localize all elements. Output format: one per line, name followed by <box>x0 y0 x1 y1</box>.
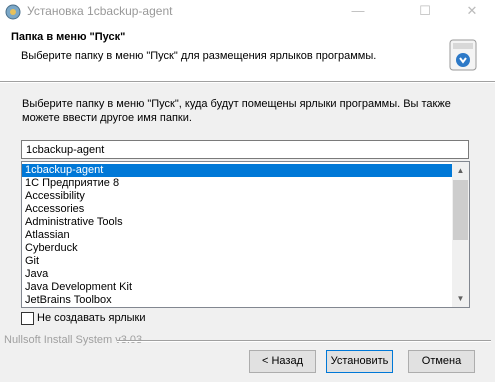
start-menu-folder-list[interactable]: 1cbackup-agent 1С Предприятие 8 Accessib… <box>21 161 470 308</box>
page-subtitle: Выберите папку в меню "Пуск" для размеще… <box>21 50 377 62</box>
list-item[interactable]: Java Development Kit <box>22 281 453 294</box>
page-title: Папка в меню "Пуск" <box>11 31 126 43</box>
list-item[interactable]: Accessories <box>22 203 453 216</box>
scroll-up-icon[interactable]: ▲ <box>452 162 469 179</box>
list-item[interactable]: 1cbackup-agent <box>22 164 453 177</box>
list-item[interactable]: Administrative Tools <box>22 216 453 229</box>
minimize-button[interactable]: — <box>335 0 381 24</box>
list-item[interactable]: JetBrains Toolbox <box>22 294 453 307</box>
list-item[interactable]: 1С Предприятие 8 <box>22 177 453 190</box>
list-item[interactable]: Atlassian <box>22 229 453 242</box>
install-button[interactable]: Установить <box>326 350 393 373</box>
installer-icon <box>5 4 21 20</box>
list-item[interactable]: Java <box>22 268 453 281</box>
installer-box-icon <box>449 39 477 71</box>
scroll-down-icon[interactable]: ▼ <box>452 290 469 307</box>
cancel-button[interactable]: Отмена <box>408 350 475 373</box>
folder-name-input[interactable]: 1cbackup-agent <box>21 140 469 159</box>
window-title: Установка 1cbackup-agent <box>27 4 173 18</box>
list-item[interactable]: Git <box>22 255 453 268</box>
close-button[interactable]: ✕ <box>449 0 495 24</box>
title-bar: Установка 1cbackup-agent — ☐ ✕ <box>0 0 495 24</box>
list-item[interactable]: Accessibility <box>22 190 453 203</box>
back-button[interactable]: < Назад <box>249 350 316 373</box>
instruction-text: Выберите папку в меню "Пуск", куда будут… <box>22 98 451 124</box>
maximize-button[interactable]: ☐ <box>402 0 448 24</box>
scroll-thumb[interactable] <box>453 180 468 240</box>
no-shortcuts-checkbox[interactable] <box>21 312 34 325</box>
list-scrollbar[interactable]: ▲ ▼ <box>452 162 469 307</box>
list-item[interactable]: Cyberduck <box>22 242 453 255</box>
no-shortcuts-label[interactable]: Не создавать ярлыки <box>37 312 145 325</box>
page-header: Папка в меню "Пуск" Выберите папку в мен… <box>0 24 495 81</box>
